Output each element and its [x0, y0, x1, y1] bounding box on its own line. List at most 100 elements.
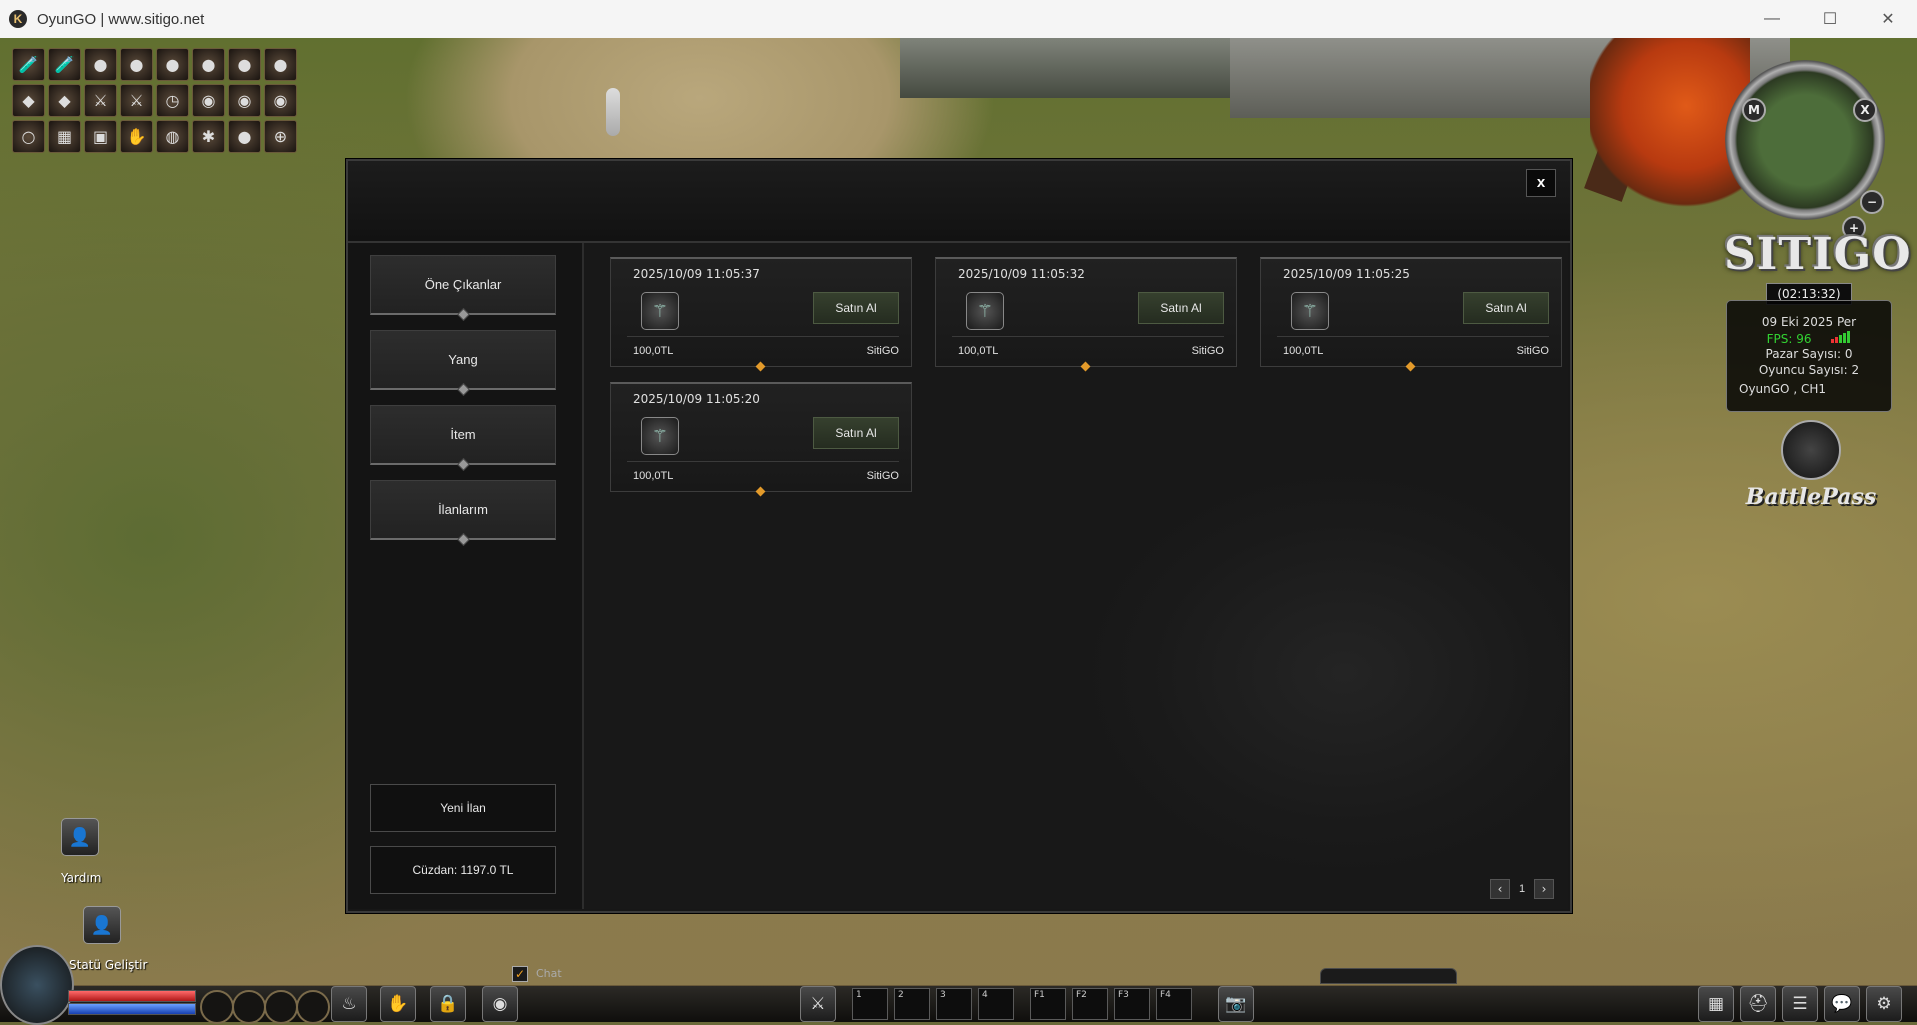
minimap-m-button[interactable]: M — [1742, 98, 1766, 122]
marketplace-header: x — [348, 161, 1570, 243]
fps-readout: FPS: 96 — [1766, 332, 1812, 346]
character-portrait[interactable] — [0, 945, 74, 1025]
pink-flask-icon[interactable]: ◆ — [48, 84, 81, 117]
nav-my-listings-label: İlanlarım — [438, 502, 488, 517]
nav-item-button[interactable]: İtem — [370, 405, 556, 471]
divider — [1277, 336, 1549, 337]
bug-icon[interactable]: ✱ — [192, 120, 225, 153]
helmet-icon[interactable]: ⛑ — [1740, 986, 1776, 1022]
quick-slot[interactable]: 2 — [894, 988, 930, 1020]
minimap-close-button[interactable]: X — [1853, 98, 1877, 122]
help-button[interactable]: 👤 — [61, 818, 99, 856]
gem-icon — [755, 486, 766, 497]
stone-icon[interactable]: ◉ — [264, 84, 297, 117]
diamond-icon — [457, 458, 470, 471]
buy-button[interactable]: Satın Al — [813, 292, 899, 324]
quick-slot[interactable]: F4 — [1156, 988, 1192, 1020]
exp-orb-slot — [296, 990, 330, 1024]
target-icon[interactable]: ⊕ — [264, 120, 297, 153]
listing-card: 2025/10/09 11:05:37 ⚚ Satın Al 100,0TL S… — [610, 257, 912, 372]
close-button[interactable]: x — [1526, 169, 1556, 197]
stat-upgrade-button[interactable]: 👤 — [83, 906, 121, 944]
chat-bubble-icon[interactable]: 💬 — [1824, 986, 1860, 1022]
armor-icon[interactable]: ▦ — [48, 120, 81, 153]
buy-button[interactable]: Satın Al — [1463, 292, 1549, 324]
white-potion-icon[interactable]: ● — [264, 48, 297, 81]
nav-yang-button[interactable]: Yang — [370, 330, 556, 396]
calendar-icon[interactable]: ▦ — [1698, 986, 1734, 1022]
spear-icon[interactable]: ⚚ — [966, 292, 1004, 330]
spear-icon[interactable]: ⚚ — [641, 417, 679, 455]
potion-red-icon[interactable]: 🧪 — [12, 48, 45, 81]
listing-seller: SitiGO — [1516, 345, 1549, 357]
orb-icon[interactable]: ◍ — [156, 120, 189, 153]
nav-featured-button[interactable]: Öne Çıkanlar — [370, 255, 556, 321]
coin-icon[interactable]: ● — [228, 120, 261, 153]
lock-icon[interactable]: 🔒 — [430, 986, 466, 1022]
quick-slot[interactable]: F1 — [1030, 988, 1066, 1020]
quick-slot[interactable]: 1 — [852, 988, 888, 1020]
diamond-icon — [457, 383, 470, 396]
quick-slot[interactable]: F2 — [1072, 988, 1108, 1020]
marketplace-window: x Öne Çıkanlar Yang İtem İlanlarım Yeni … — [346, 159, 1572, 913]
green-flask-icon[interactable]: ◆ — [12, 84, 45, 117]
red-potion-icon[interactable]: ● — [84, 48, 117, 81]
bag-icon[interactable]: ◉ — [228, 84, 261, 117]
exp-orb-slot — [264, 990, 298, 1024]
npc-character[interactable] — [606, 88, 620, 136]
gem-icon — [755, 361, 766, 372]
weapon-slot-icon[interactable]: ⚔ — [800, 986, 836, 1022]
minimize-button[interactable]: — — [1743, 0, 1801, 38]
spear-icon[interactable]: ⚚ — [641, 292, 679, 330]
sword-icon[interactable]: ⚔ — [84, 84, 117, 117]
exp-toggle-tab[interactable] — [1320, 968, 1457, 984]
diamond-icon — [457, 308, 470, 321]
spear-icon[interactable]: ⚔ — [120, 84, 153, 117]
orange-potion-icon[interactable]: ● — [120, 48, 153, 81]
prev-page-button[interactable]: ‹ — [1490, 879, 1510, 899]
battlepass-button[interactable]: BattlePass — [1736, 420, 1886, 530]
inventory-icon[interactable]: ☰ — [1782, 986, 1818, 1022]
camera-icon[interactable]: 📷 — [1218, 986, 1254, 1022]
quick-slot[interactable]: 3 — [936, 988, 972, 1020]
next-page-button[interactable]: › — [1534, 879, 1554, 899]
compass-icon[interactable]: ◉ — [192, 84, 225, 117]
server-info-panel: 09 Eki 2025 Per FPS: 96 Pazar Sayısı: 0 … — [1726, 300, 1892, 412]
spear-icon[interactable]: ⚚ — [1291, 292, 1329, 330]
divider — [627, 336, 899, 337]
blue-potion-icon[interactable]: ● — [228, 48, 261, 81]
gem-icon — [1405, 361, 1416, 372]
pagination: ‹ 1 › — [1490, 879, 1554, 899]
listing-card: 2025/10/09 11:05:25 ⚚ Satın Al 100,0TL S… — [1260, 257, 1562, 372]
chat-checkbox[interactable]: ✓ — [512, 966, 528, 982]
menu-orb-icon[interactable]: ◉ — [482, 986, 518, 1022]
chest-icon[interactable]: ▣ — [84, 120, 117, 153]
listing-date: 2025/10/09 11:05:32 — [958, 267, 1085, 281]
listing-price: 100,0TL — [1283, 345, 1324, 357]
hand-icon[interactable]: ✋ — [120, 120, 153, 153]
yellow-potion-icon[interactable]: ● — [156, 48, 189, 81]
exp-orb-slot — [200, 990, 234, 1024]
listing-date: 2025/10/09 11:05:20 — [633, 392, 760, 406]
ring-icon[interactable]: ○ — [12, 120, 45, 153]
new-listing-button[interactable]: Yeni İlan — [370, 784, 556, 832]
app-icon: K — [9, 10, 27, 28]
minimap-zoom-out-button[interactable]: − — [1860, 190, 1884, 214]
hand-icon[interactable]: ✋ — [380, 986, 416, 1022]
clock-icon[interactable]: ◷ — [156, 84, 189, 117]
nav-my-listings-button[interactable]: İlanlarım — [370, 480, 556, 546]
signal-icon — [1831, 331, 1851, 346]
fire-skill-icon[interactable]: ♨ — [331, 986, 367, 1022]
potion-blue-icon[interactable]: 🧪 — [48, 48, 81, 81]
green-potion-icon[interactable]: ● — [192, 48, 225, 81]
divider — [952, 336, 1224, 337]
buy-button[interactable]: Satın Al — [813, 417, 899, 449]
settings-gear-icon[interactable]: ⚙ — [1866, 986, 1902, 1022]
quick-slot[interactable]: 4 — [978, 988, 1014, 1020]
maximize-button[interactable]: ☐ — [1801, 0, 1859, 38]
server-date: 09 Eki 2025 Per — [1761, 315, 1857, 329]
buy-button[interactable]: Satın Al — [1138, 292, 1224, 324]
close-window-button[interactable]: ✕ — [1859, 0, 1917, 38]
listing-date: 2025/10/09 11:05:37 — [633, 267, 760, 281]
quick-slot[interactable]: F3 — [1114, 988, 1150, 1020]
